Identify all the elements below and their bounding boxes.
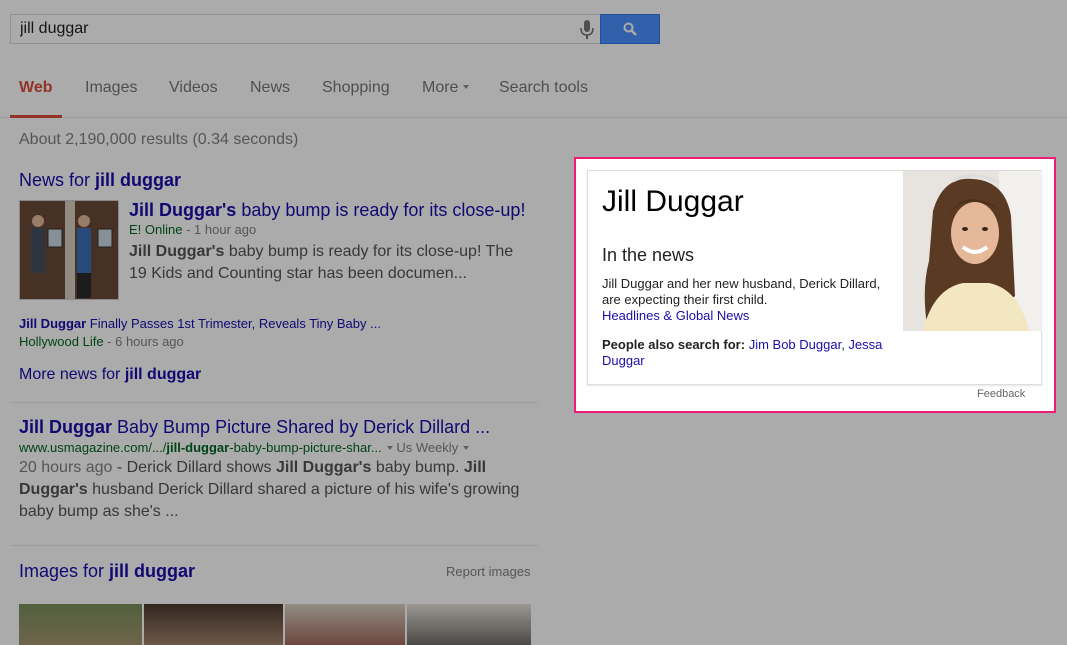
tab-videos[interactable]: Videos <box>169 79 218 97</box>
news-thumbnail[interactable] <box>19 200 119 300</box>
more-news-prefix: More news for <box>19 366 125 383</box>
image-thumbnail[interactable] <box>407 604 531 645</box>
news-second-source: Hollywood Life - 6 hours ago <box>19 334 184 349</box>
search-header <box>0 0 1067 60</box>
search-tabs: Web Images Videos News Shopping More Sea… <box>0 60 1067 118</box>
caret-down-icon[interactable] <box>463 445 470 450</box>
tab-news[interactable]: News <box>250 79 290 97</box>
image-thumbnail[interactable] <box>144 604 283 645</box>
result-url: www.usmagazine.com/.../jill-duggar-baby-… <box>19 440 470 455</box>
tab-shopping[interactable]: Shopping <box>322 79 390 97</box>
kp-photo[interactable] <box>903 171 1042 331</box>
divider <box>10 545 538 546</box>
kp-people-label: People also search for: <box>602 337 746 352</box>
active-tab-indicator <box>10 115 62 118</box>
kp-subhead: In the news <box>602 245 695 265</box>
more-news-query: jill duggar <box>124 366 202 383</box>
news-top-title-bold: Jill Duggar's <box>129 200 237 220</box>
result-title-bold: Jill Duggar <box>19 417 113 437</box>
news-top-source-name: E! Online <box>129 222 183 237</box>
news-second-time: - 6 hours ago <box>103 334 184 349</box>
news-top-time: - 1 hour ago <box>182 222 257 237</box>
tab-images[interactable]: Images <box>85 79 137 97</box>
news-header-query: jill duggar <box>95 170 182 190</box>
result-url-bold: jill-duggar <box>166 440 230 455</box>
result-url-site: Us Weekly <box>396 440 459 455</box>
knowledge-panel: Jill Duggar In the news Jill Duggar and … <box>587 170 1042 385</box>
news-top-title-rest: baby bump is ready for its close-up! <box>236 200 526 220</box>
result-url-post: -baby-bump-picture-shar... <box>229 440 382 455</box>
result-snippet-bold: Jill Duggar's <box>276 459 372 476</box>
images-header-link[interactable]: Images for jill duggar <box>19 561 195 582</box>
news-top-title[interactable]: Jill Duggar's baby bump is ready for its… <box>129 200 525 221</box>
more-news-link[interactable]: More news for jill duggar <box>19 366 201 384</box>
kp-title: Jill Duggar <box>602 185 744 218</box>
result-url-pre: www.usmagazine.com/.../ <box>19 440 167 455</box>
result-title-rest: Baby Bump Picture Shared by Derick Dilla… <box>112 417 491 437</box>
result-snippet-text: - Derick Dillard shows <box>112 459 276 476</box>
result-snippet-text: baby bump. <box>371 459 464 476</box>
images-header-query: jill duggar <box>109 561 196 581</box>
news-photo <box>20 201 118 299</box>
report-images-link[interactable]: Report images <box>446 564 531 579</box>
news-top-snippet-bold: Jill Duggar's <box>129 243 225 260</box>
kp-people-also-search: People also search for: Jim Bob Duggar, … <box>602 337 883 368</box>
result-snippet-text: husband Derick Dillard shared a picture … <box>19 481 520 520</box>
caret-down-icon <box>463 84 470 89</box>
news-second-source-name: Hollywood Life <box>19 334 104 349</box>
search-button[interactable] <box>600 14 660 44</box>
news-top-snippet: Jill Duggar's baby bump is ready for its… <box>129 241 529 285</box>
kp-news-text: Jill Duggar and her new husband, Derick … <box>602 276 881 307</box>
news-second-title[interactable]: Jill Duggar Finally Passes 1st Trimester… <box>19 316 381 331</box>
divider <box>10 402 538 403</box>
result-title[interactable]: Jill Duggar Baby Bump Picture Shared by … <box>19 417 490 438</box>
news-header-link[interactable]: News for jill duggar <box>19 170 181 191</box>
kp-portrait <box>903 171 1042 331</box>
kp-feedback-link[interactable]: Feedback <box>977 388 1025 400</box>
news-second-title-rest: Finally Passes 1st Trimester, Reveals Ti… <box>86 316 381 331</box>
tab-web[interactable]: Web <box>19 79 52 97</box>
kp-headlines-link[interactable]: Headlines & Global News <box>602 308 749 323</box>
search-box[interactable] <box>10 14 600 44</box>
mic-icon[interactable] <box>580 20 594 40</box>
tab-more[interactable]: More <box>422 79 470 97</box>
news-header-prefix: News for <box>19 170 96 190</box>
result-stats: About 2,190,000 results (0.34 seconds) <box>19 131 299 148</box>
caret-down-icon[interactable] <box>386 445 393 450</box>
search-input[interactable] <box>11 15 551 43</box>
tab-search-tools[interactable]: Search tools <box>499 79 588 97</box>
news-second-title-bold: Jill Duggar <box>19 316 87 331</box>
tab-more-label: More <box>422 79 459 96</box>
news-top-source: E! Online - 1 hour ago <box>129 222 256 237</box>
image-thumbnail[interactable] <box>19 604 142 645</box>
kp-person-link[interactable]: Jim Bob Duggar <box>749 337 842 352</box>
result-snippet-date: 20 hours ago <box>19 459 113 476</box>
image-strip <box>19 604 531 645</box>
images-header-prefix: Images for <box>19 561 110 581</box>
search-icon <box>623 22 637 36</box>
image-thumbnail[interactable] <box>285 604 405 645</box>
result-snippet: 20 hours ago - Derick Dillard shows Jill… <box>19 457 529 523</box>
